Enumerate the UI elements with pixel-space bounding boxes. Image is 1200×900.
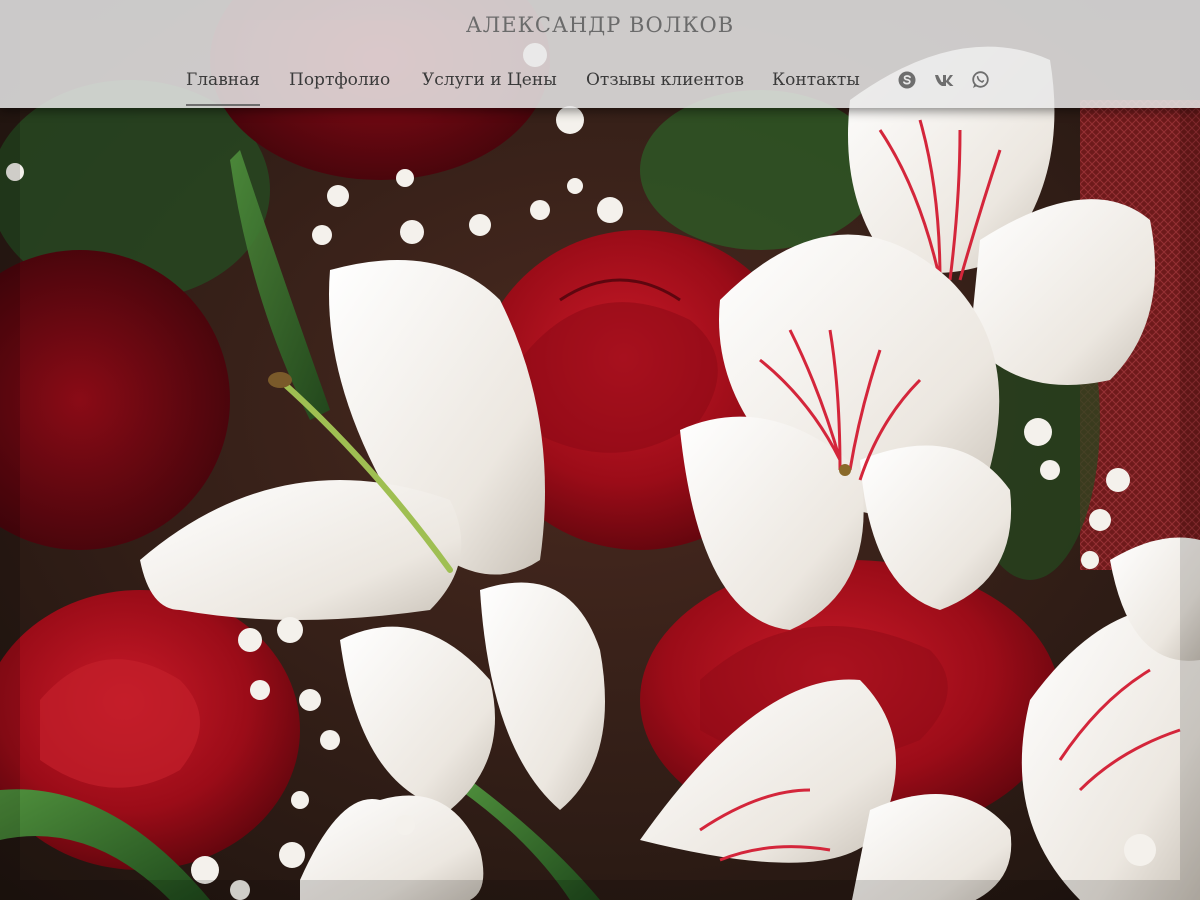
- nav-item-contacts[interactable]: Контакты: [772, 68, 860, 106]
- nav-item-services-prices[interactable]: Услуги и Цены: [422, 68, 557, 106]
- main-nav: Главная Портфолио Услуги и Цены Отзывы к…: [0, 68, 1200, 108]
- vk-icon[interactable]: [933, 70, 955, 90]
- site-header: Александр Волков Главная Портфолио Услуг…: [0, 0, 1200, 108]
- hero-image: [0, 0, 1200, 900]
- nav-item-reviews[interactable]: Отзывы клиентов: [586, 68, 744, 106]
- whatsapp-icon[interactable]: [970, 70, 990, 90]
- nav-item-portfolio[interactable]: Портфолио: [289, 68, 390, 106]
- bouquet-photo: [0, 0, 1200, 900]
- skype-icon[interactable]: [897, 70, 917, 90]
- nav-item-home[interactable]: Главная: [186, 68, 260, 106]
- site-title[interactable]: Александр Волков: [0, 13, 1200, 37]
